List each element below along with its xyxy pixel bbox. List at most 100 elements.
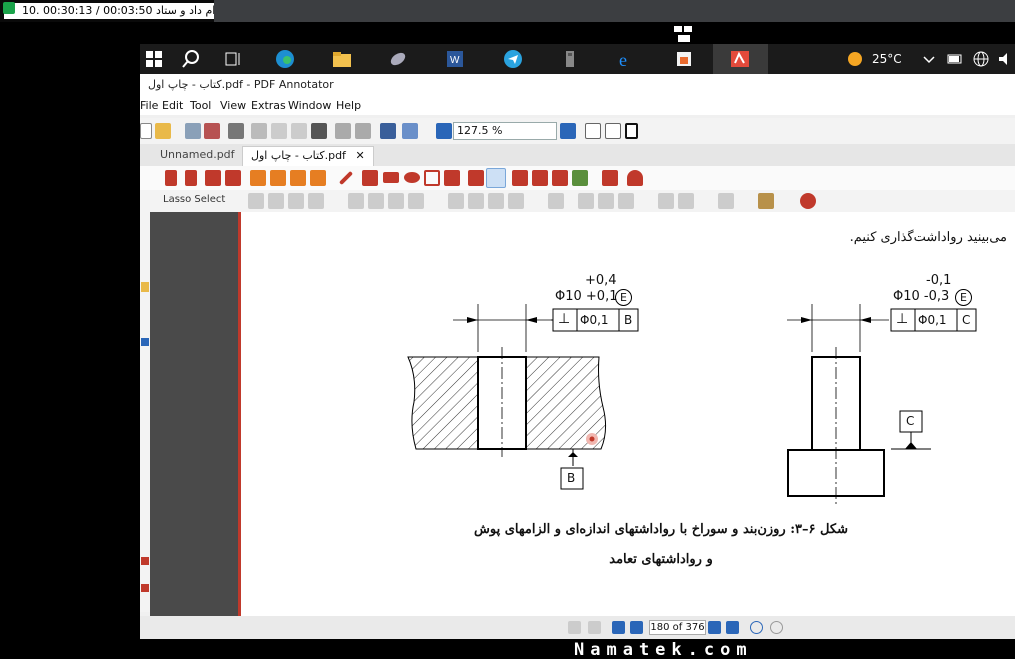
menu-extras[interactable]: Extras: [251, 99, 286, 112]
heart-side-icon[interactable]: [141, 557, 149, 565]
page-layout-2-icon[interactable]: [588, 621, 601, 634]
zoom-field[interactable]: 127.5 %: [453, 122, 557, 140]
telegram-icon[interactable]: [502, 49, 524, 69]
close-tab-icon[interactable]: ✕: [355, 149, 364, 162]
ungroup-icon[interactable]: [268, 193, 284, 209]
internet-explorer-icon[interactable]: e: [616, 49, 638, 69]
windows-start-icon[interactable]: [143, 49, 165, 69]
print-icon[interactable]: [228, 123, 244, 139]
highlighter-icon[interactable]: [270, 170, 286, 186]
chevron-up-icon[interactable]: [918, 49, 940, 69]
weather-icon[interactable]: [844, 49, 866, 69]
align-left-icon[interactable]: [348, 193, 364, 209]
ellipse-icon[interactable]: [404, 172, 420, 183]
polygon-icon[interactable]: [424, 170, 440, 186]
zoom-in-icon[interactable]: [560, 123, 576, 139]
eraser-icon[interactable]: [468, 170, 484, 186]
copy-icon[interactable]: [271, 123, 287, 139]
rectangle-icon[interactable]: [383, 172, 399, 183]
menu-help[interactable]: Help: [336, 99, 361, 112]
distribute-horizontal-icon[interactable]: [408, 193, 424, 209]
flip-icon[interactable]: [578, 193, 594, 209]
delete-icon[interactable]: [311, 123, 327, 139]
last-page-icon[interactable]: [726, 621, 739, 634]
view-mode-icon[interactable]: [402, 123, 418, 139]
stamp-icon[interactable]: [310, 170, 326, 186]
pdf-page[interactable]: می‌بینید رواداشت‌گذاری کنیم.: [241, 212, 1015, 616]
fullscreen-icon[interactable]: [625, 123, 638, 139]
task-view-icon[interactable]: [222, 49, 244, 69]
paste-format-icon[interactable]: [678, 193, 694, 209]
page-layout-icon[interactable]: [568, 621, 581, 634]
group-icon[interactable]: [248, 193, 264, 209]
menu-window[interactable]: Window: [288, 99, 331, 112]
save-as-icon[interactable]: [204, 123, 220, 139]
link-side-icon[interactable]: [141, 338, 149, 346]
next-page-icon[interactable]: [708, 621, 721, 634]
tab-unnamed[interactable]: Unnamed.pdf: [152, 146, 243, 166]
back-icon[interactable]: [750, 621, 763, 634]
open-folder-icon[interactable]: [155, 123, 171, 139]
undo-icon[interactable]: [335, 123, 351, 139]
distribute-vertical-icon[interactable]: [508, 193, 524, 209]
favorites-heart-icon[interactable]: [627, 170, 643, 186]
hand-icon[interactable]: [205, 170, 221, 186]
marker-icon[interactable]: [552, 170, 568, 186]
previous-page-icon[interactable]: [630, 621, 643, 634]
battery-icon[interactable]: [944, 49, 966, 69]
search-icon[interactable]: [180, 49, 202, 69]
folder-side-icon[interactable]: [141, 282, 149, 292]
save-icon[interactable]: [185, 123, 201, 139]
weather-temperature[interactable]: 25°C: [872, 52, 902, 66]
stamp-tool-icon[interactable]: [718, 193, 734, 209]
usb-device-icon[interactable]: [559, 49, 581, 69]
forward-icon[interactable]: [770, 621, 783, 634]
unlock-icon[interactable]: [308, 193, 324, 209]
menu-edit[interactable]: Edit: [162, 99, 183, 112]
align-bottom-icon[interactable]: [488, 193, 504, 209]
insert-image-icon[interactable]: [572, 170, 588, 186]
sigma-icon[interactable]: [602, 170, 618, 186]
redo-icon[interactable]: [355, 123, 371, 139]
zoom-out-icon[interactable]: [436, 123, 452, 139]
page-counter[interactable]: 180 of 376: [649, 620, 706, 635]
text-select-icon[interactable]: [185, 170, 197, 186]
volume-icon[interactable]: [996, 49, 1015, 69]
fit-page-icon[interactable]: [585, 123, 601, 139]
menu-file[interactable]: File: [140, 99, 158, 112]
measure-icon[interactable]: [444, 170, 460, 186]
fit-width-icon[interactable]: [605, 123, 621, 139]
globe-icon[interactable]: [970, 49, 992, 69]
find-icon[interactable]: [380, 123, 396, 139]
send-back-icon[interactable]: [618, 193, 634, 209]
align-right-icon[interactable]: [388, 193, 404, 209]
text-box-icon[interactable]: [290, 170, 306, 186]
word-icon[interactable]: W: [444, 49, 466, 69]
crop-icon[interactable]: [532, 170, 548, 186]
lasso-select-icon[interactable]: [486, 168, 506, 188]
lock-icon[interactable]: [288, 193, 304, 209]
select-arrow-icon[interactable]: [165, 170, 177, 186]
menu-view[interactable]: View: [220, 99, 246, 112]
align-center-icon[interactable]: [368, 193, 384, 209]
align-top-icon[interactable]: [448, 193, 464, 209]
file-explorer-icon[interactable]: [331, 49, 353, 69]
align-middle-icon[interactable]: [468, 193, 484, 209]
rocket-app-icon[interactable]: [387, 49, 409, 69]
cut-icon[interactable]: [251, 123, 267, 139]
pen-icon[interactable]: [250, 170, 266, 186]
media-app-icon[interactable]: [673, 49, 695, 69]
camera-icon[interactable]: [512, 170, 528, 186]
rotate-icon[interactable]: [548, 193, 564, 209]
pdf-annotator-taskbar-button[interactable]: [713, 44, 768, 74]
edge-icon[interactable]: [274, 49, 296, 69]
zoom-tool-icon[interactable]: [225, 170, 241, 186]
line-icon[interactable]: [338, 170, 354, 186]
mirror-icon[interactable]: [598, 193, 614, 209]
menu-tool[interactable]: Tool: [190, 99, 211, 112]
properties-icon[interactable]: [758, 193, 774, 209]
new-file-icon[interactable]: [140, 123, 152, 139]
first-page-icon[interactable]: [612, 621, 625, 634]
tab-active-document[interactable]: کتاب - چاپ اول.pdf ✕: [242, 146, 374, 166]
copy-format-icon[interactable]: [658, 193, 674, 209]
